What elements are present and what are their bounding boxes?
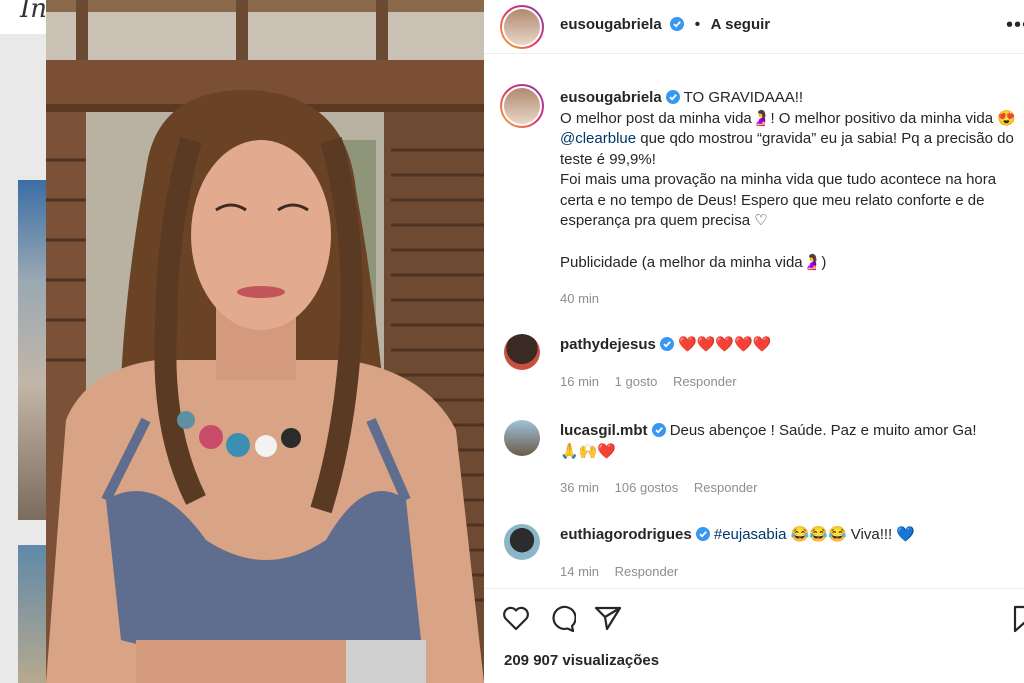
feed-thumbnail (18, 545, 46, 683)
view-count[interactable]: 209 907 visualizações (504, 652, 659, 669)
post-photo[interactable] (46, 0, 484, 683)
reply-button[interactable]: Responder (694, 480, 758, 495)
more-options-icon[interactable]: ••• (1006, 14, 1024, 37)
verified-badge-icon (695, 527, 710, 541)
comment-time[interactable]: 36 min (560, 480, 599, 495)
reply-button[interactable]: Responder (673, 374, 737, 389)
caption-username[interactable]: eusougabriela (560, 89, 662, 106)
comment-bubble-icon[interactable] (548, 605, 576, 633)
instagram-logo-fragment: In (20, 0, 46, 24)
commenter-avatar[interactable] (504, 334, 540, 370)
commenter-avatar[interactable] (504, 420, 540, 456)
caption-text: ! O melhor positivo da minha vida (770, 109, 994, 127)
caption-text: ) (821, 253, 827, 271)
commenter-username[interactable]: pathydejesus (560, 336, 656, 353)
commenter-avatar[interactable] (504, 524, 540, 560)
separator-dot: • (694, 16, 701, 33)
heart-eyes-emoji: 😍 (997, 109, 1016, 127)
caption-text: Publicidade (a melhor da minha vida (560, 253, 803, 271)
commenter-username[interactable]: euthiagorodrigues (560, 526, 692, 543)
comment-emojis: 🙏🙌❤️ (560, 443, 617, 460)
feed-thumbnail (18, 180, 46, 520)
comment-text: ❤️❤️❤️❤️❤️ (678, 336, 772, 353)
verified-badge-icon (670, 17, 685, 31)
hashtag-link[interactable]: #eujasabia (714, 526, 787, 543)
like-heart-icon[interactable] (502, 605, 530, 631)
caption-author-avatar[interactable] (500, 84, 544, 128)
post-detail-panel: eusougabriela • A seguir ••• eusougabrie… (484, 0, 1024, 683)
author-username[interactable]: eusougabriela (560, 16, 662, 33)
post-action-bar (484, 588, 1024, 648)
reply-button[interactable]: Responder (615, 564, 679, 579)
post-header: eusougabriela • A seguir ••• (484, 0, 1024, 54)
following-button[interactable]: A seguir (711, 16, 770, 33)
comment-likes[interactable]: 1 gosto (615, 374, 658, 389)
commenter-username[interactable]: lucasgil.mbt (560, 422, 648, 439)
share-send-icon[interactable] (594, 605, 622, 631)
verified-badge-icon (651, 423, 666, 437)
pregnant-emoji: 🤰 (751, 109, 771, 127)
comment-time[interactable]: 16 min (560, 374, 599, 389)
post-caption: eusougabriela TO GRAVIDAAA!! O melhor po… (560, 88, 1020, 310)
caption-time[interactable]: 40 min (560, 289, 1020, 310)
caption-text: O melhor post da minha vida (560, 109, 752, 127)
verified-badge-icon (665, 90, 680, 104)
heart-outline-emoji: ♡ (754, 212, 768, 229)
comment-text: Deus abençoe ! Saúde. Paz e muito amor G… (669, 422, 977, 439)
pregnant-emoji: 🤰 (802, 253, 822, 271)
save-bookmark-icon[interactable] (1012, 605, 1024, 633)
mention-link[interactable]: @clearblue (560, 130, 636, 147)
verified-badge-icon (659, 337, 674, 351)
caption-headline: TO GRAVIDAAA!! (683, 89, 804, 106)
post-photo-illustration (46, 0, 484, 683)
feed-background: In (0, 0, 46, 683)
caption-text: Foi mais uma provação na minha vida que … (560, 171, 997, 229)
comment-text: 😂😂😂 Viva!!! 💙 (786, 526, 916, 543)
author-avatar[interactable] (500, 5, 544, 49)
comment-likes[interactable]: 106 gostos (615, 480, 679, 495)
comment-time[interactable]: 14 min (560, 564, 599, 579)
